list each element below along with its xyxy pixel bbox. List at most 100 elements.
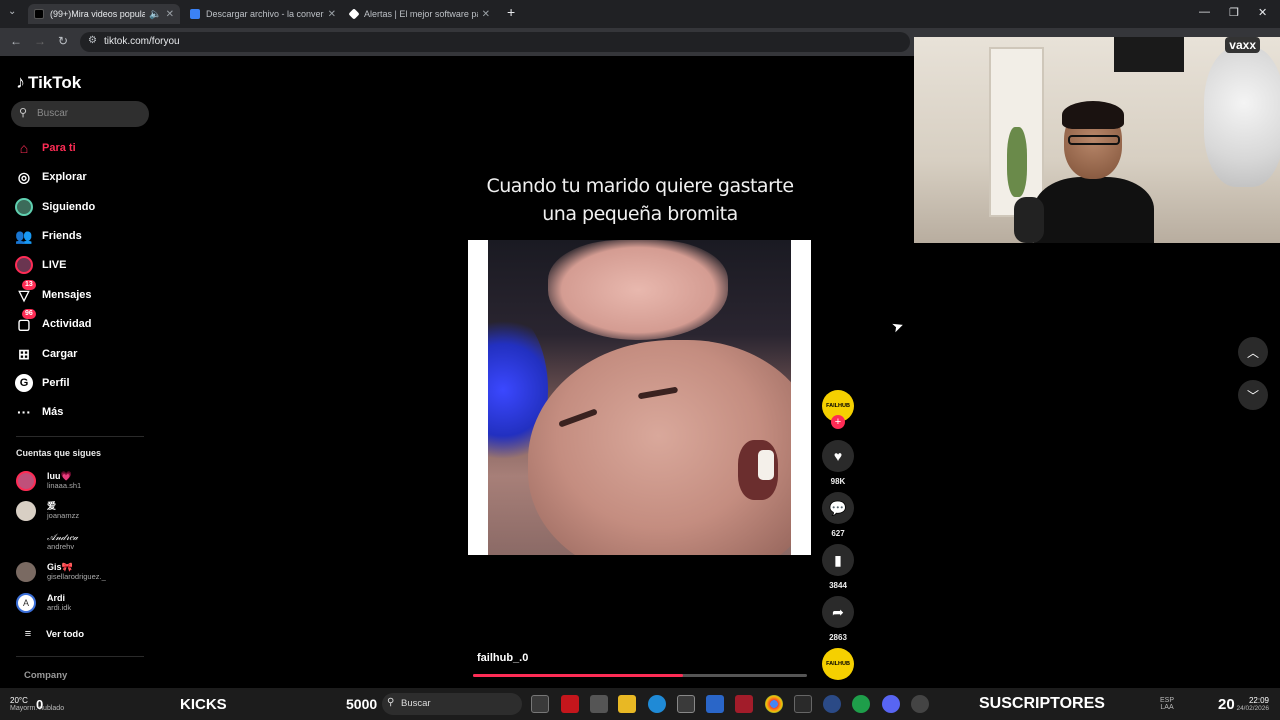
speaker-icon[interactable]: 🔈 (149, 9, 161, 20)
follow-plus-button[interactable]: + (831, 415, 845, 429)
kicks-label: KICKS (180, 695, 227, 713)
nav-item-perfil[interactable]: G Perfil (14, 372, 70, 394)
music-disc[interactable]: FAILHUB (822, 648, 854, 680)
nav-item-live[interactable]: LIVE (14, 254, 66, 276)
caption-line-2: una pequeña bromita (542, 203, 738, 225)
browser-tab-bar: ⌄ (99+)Mira videos populares 🔈 ✕ Descarg… (0, 0, 1280, 28)
clock[interactable]: 22:09 24/02/2026 (1236, 688, 1269, 720)
see-all-button[interactable]: ≡ Ver todo (18, 623, 84, 645)
avatar (16, 562, 36, 582)
share-action[interactable]: ➦ 2863 (822, 596, 854, 642)
epic-games-icon[interactable] (794, 695, 812, 713)
app-icon[interactable] (823, 695, 841, 713)
netflix-icon[interactable] (561, 695, 579, 713)
close-tab-icon[interactable]: ✕ (166, 9, 174, 20)
followed-account[interactable]: 爱 joanamzz (16, 499, 79, 523)
following-section-title: Cuentas que sigues (16, 448, 102, 458)
store-icon[interactable] (677, 695, 695, 713)
voicemeeter-icon[interactable] (735, 695, 753, 713)
app-icon[interactable] (590, 695, 608, 713)
nav-item-friends[interactable]: 👥 Friends (14, 225, 82, 247)
bookmark-action[interactable]: ▮ 3844 (822, 544, 854, 590)
screen: { "browser": { "tabs": [ {"title": "(99+… (0, 0, 1280, 720)
edge-icon[interactable] (648, 695, 666, 713)
heart-icon[interactable]: ♥ (822, 440, 854, 472)
reload-icon[interactable]: ↻ (58, 34, 68, 48)
divider (16, 656, 144, 657)
kicks-counter: 0 (36, 696, 44, 712)
language-indicator[interactable]: ESP LAA (1160, 688, 1174, 720)
site-info-icon[interactable]: ⚙ (88, 35, 97, 46)
tab-list-chevron-icon[interactable]: ⌄ (8, 6, 16, 17)
previous-video-button[interactable]: ︿ (1238, 337, 1268, 367)
comment-icon[interactable]: 💬 (822, 492, 854, 524)
plant (1007, 127, 1027, 197)
followed-account[interactable]: 𝒜𝓃𝒹𝓇𝑒𝒶 andrehv (16, 530, 78, 554)
nav-item-actividad[interactable]: ▢ 96 Actividad (14, 309, 92, 335)
hand (548, 240, 728, 340)
account-handle: joanamzz (47, 511, 80, 520)
video-author[interactable]: failhub_.0 (477, 652, 528, 664)
upload-icon: ⊞ (18, 345, 30, 362)
tab-alertas[interactable]: Alertas | El mejor software para ✕ (344, 4, 496, 24)
nav-label: Actividad (42, 318, 92, 330)
account-name: Gis🎀 (47, 562, 73, 572)
close-tab-icon[interactable]: ✕ (482, 9, 490, 20)
hair (1062, 101, 1124, 129)
close-window-icon[interactable]: ✕ (1258, 6, 1267, 19)
url-field[interactable]: ⚙ tiktok.com/foryou (80, 32, 910, 52)
search-input[interactable]: ⚲ Buscar (11, 101, 149, 127)
nav-label: Mensajes (42, 289, 92, 301)
music-disc-text: FAILHUB (826, 661, 850, 667)
tab-descargar[interactable]: Descargar archivo - la conversión ✕ (184, 4, 342, 24)
next-video-button[interactable]: ﹀ (1238, 380, 1268, 410)
chevron-up-icon: ︿ (1246, 345, 1259, 360)
nav-label: LIVE (42, 259, 67, 271)
task-view-icon[interactable] (531, 695, 549, 713)
back-icon[interactable]: ← (10, 34, 22, 48)
chrome-icon[interactable] (765, 695, 783, 713)
nav-item-cargar[interactable]: ⊞ Cargar (14, 343, 77, 365)
tab-title: Alertas | El mejor software para (364, 9, 478, 19)
nav-item-para-ti[interactable]: ⌂ Para ti (14, 137, 76, 159)
file-explorer-icon[interactable] (618, 695, 636, 713)
video-progress-bar[interactable] (473, 674, 807, 677)
comment-action[interactable]: 💬 627 (822, 492, 854, 538)
discord-icon[interactable] (882, 695, 900, 713)
share-icon[interactable]: ➦ (822, 596, 854, 628)
bookmark-icon[interactable]: ▮ (822, 544, 854, 576)
activity-badge: 96 (22, 309, 36, 319)
tiktok-logo[interactable]: ♪ TikTok (16, 72, 81, 93)
tank-top (1034, 177, 1154, 243)
restore-icon[interactable]: ❐ (1229, 6, 1239, 19)
url-text: tiktok.com/foryou (104, 36, 180, 47)
taskbar-search-label: Buscar (401, 698, 431, 709)
nav-label: Friends (42, 230, 82, 242)
video-player[interactable] (468, 240, 811, 555)
nav-item-siguiendo[interactable]: Siguiendo (14, 196, 95, 218)
obs-icon[interactable] (911, 695, 929, 713)
followed-account[interactable]: A Ardi ardi.idk (16, 591, 71, 615)
close-tab-icon[interactable]: ✕ (328, 9, 336, 20)
followed-account[interactable]: Gis🎀 gisellarodriguez._ (16, 560, 106, 584)
caption-line-1: Cuando tu marido quiere gastarte (486, 175, 794, 197)
like-action[interactable]: ♥ 98K (822, 440, 854, 486)
nav-item-mas[interactable]: ··· Más (14, 401, 63, 423)
comment-count: 627 (831, 529, 845, 538)
mail-icon[interactable] (706, 695, 724, 713)
nav-item-explorar[interactable]: ◎ Explorar (14, 166, 87, 188)
taskbar-search[interactable]: ⚲ Buscar (382, 693, 522, 715)
nav-item-mensajes[interactable]: ▽ 13 Mensajes (14, 280, 92, 306)
account-name: 爱 (47, 501, 57, 511)
webcam-logo: vaxx (1225, 37, 1260, 53)
minimize-icon[interactable]: — (1199, 6, 1210, 18)
tab-tiktok[interactable]: (99+)Mira videos populares 🔈 ✕ (28, 4, 180, 24)
new-tab-button[interactable]: + (507, 4, 515, 20)
lang-code: ESP (1160, 697, 1175, 704)
weather-temp: 20°C (10, 696, 28, 705)
app-icon[interactable] (852, 695, 870, 713)
forward-icon[interactable]: → (34, 34, 46, 48)
followed-account[interactable]: luu💗 linaaa.sh1 (16, 469, 81, 493)
company-link[interactable]: Company (24, 670, 67, 681)
nav-label: Cargar (42, 348, 78, 360)
